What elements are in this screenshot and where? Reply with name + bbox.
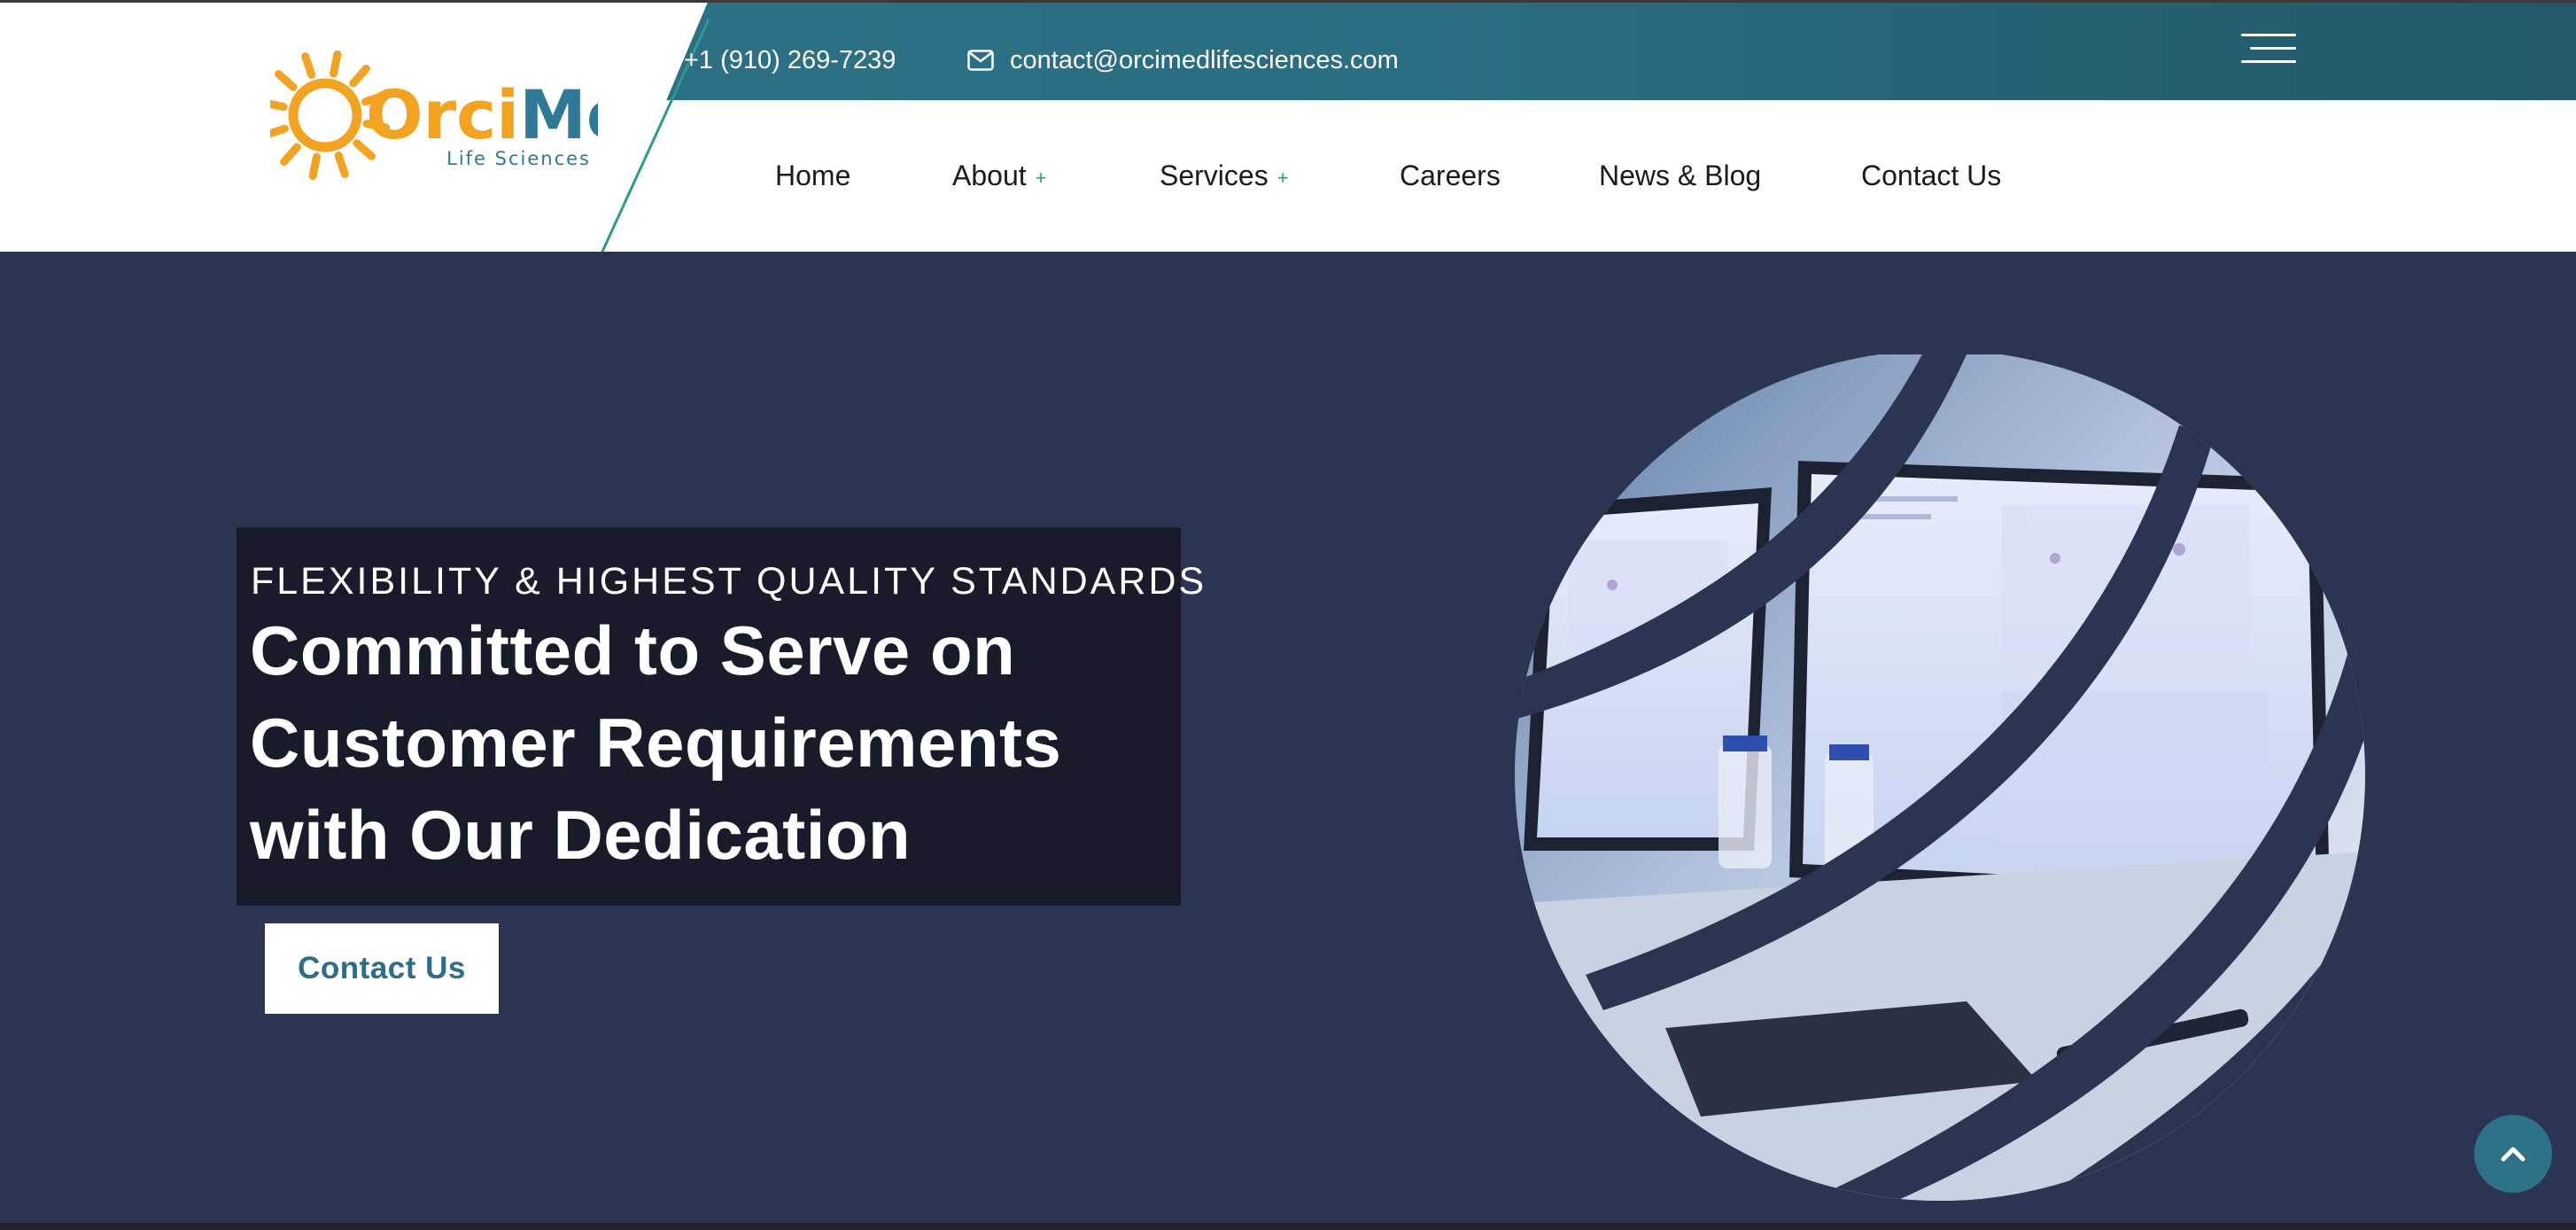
site-header: +1 (910) 269-7239 contact@orcimedlifesci… — [0, 0, 2576, 253]
nav-item-contact-us[interactable]: Contact Us — [1861, 151, 2001, 200]
nav-item-news-blog[interactable]: News & Blog — [1599, 151, 1761, 200]
nav-item-label: Services — [1160, 160, 1269, 191]
scroll-to-top-button[interactable] — [2474, 1115, 2552, 1193]
email-address: contact@orcimedlifesciences.com — [1010, 45, 1399, 74]
nav-item-careers[interactable]: Careers — [1400, 151, 1501, 200]
window-top-frame — [0, 0, 2576, 3]
nav-item-label: News & Blog — [1599, 160, 1762, 191]
site-logo[interactable]: OrciMed Life Sciences — [270, 43, 598, 184]
contact-us-button[interactable]: Contact Us — [265, 923, 499, 1014]
logo-brand-part2: Med — [519, 75, 598, 154]
logo-brand-part1: Orci — [366, 75, 519, 154]
chevron-up-icon — [2501, 1147, 2526, 1162]
nav-item-label: Home — [775, 160, 851, 191]
nav-item-label: Careers — [1400, 160, 1501, 191]
nav-item-about[interactable]: About + — [952, 151, 1046, 203]
nav-item-services[interactable]: Services + — [1160, 151, 1289, 203]
hamburger-menu-icon[interactable] — [2241, 34, 2296, 64]
page-bottom-edge — [0, 1223, 2576, 1230]
lab-computers-image — [1515, 354, 2365, 1201]
svg-text:OrciMed: OrciMed — [366, 75, 598, 154]
hero-tagline: FLEXIBILITY & HIGHEST QUALITY STANDARDS — [251, 560, 1207, 603]
logo-tagline: Life Sciences — [446, 148, 591, 169]
email-link[interactable]: contact@orcimedlifesciences.com — [967, 43, 1399, 78]
nav-item-label: Contact Us — [1861, 160, 2002, 191]
nav-item-label: About — [952, 160, 1027, 191]
submenu-plus-icon: + — [1276, 166, 1289, 189]
phone-number[interactable]: +1 (910) 269-7239 — [684, 43, 896, 78]
submenu-plus-icon: + — [1035, 166, 1047, 189]
hero-headline: Committed to Serve on Customer Requireme… — [250, 611, 1062, 874]
nav-item-home[interactable]: Home — [775, 151, 850, 200]
envelope-icon — [967, 50, 994, 71]
